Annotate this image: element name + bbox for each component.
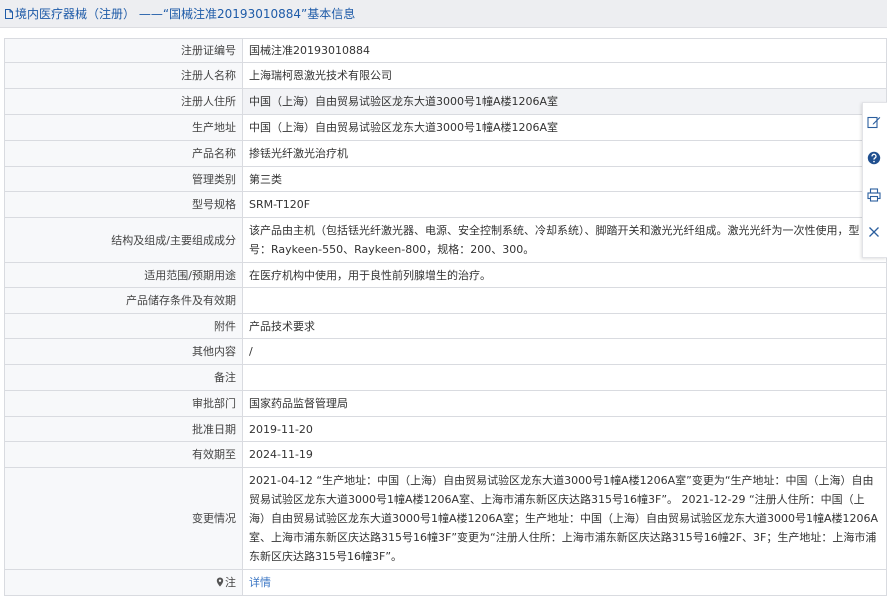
registration-info-table: 注册证编号 国械注准20193010884 注册人名称 上海瑞柯恩激光技术有限公…: [4, 38, 887, 596]
close-button[interactable]: [867, 224, 885, 242]
print-button[interactable]: [867, 187, 885, 205]
row-value: [242, 287, 887, 314]
table-row: 型号规格 SRM-T120F: [4, 191, 887, 218]
row-value: 2021-04-12 “生产地址：中国（上海）自由贸易试验区龙东大道3000号1…: [242, 467, 887, 570]
close-icon: [867, 225, 881, 242]
row-value: 掺铥光纤激光治疗机: [242, 140, 887, 167]
pin-icon: [216, 574, 224, 587]
document-icon: [5, 8, 13, 19]
edit-icon: [867, 115, 881, 132]
row-label: 附件: [4, 313, 243, 339]
table-row: 产品储存条件及有效期: [4, 287, 887, 314]
row-label: 注册人名称: [4, 62, 243, 89]
row-value: /: [242, 338, 887, 365]
table-row: 附件 产品技术要求: [4, 313, 887, 339]
help-button[interactable]: [867, 150, 885, 168]
table-row: 其他内容 /: [4, 338, 887, 365]
row-label: 注册人住所: [4, 88, 243, 115]
print-icon: [867, 187, 881, 205]
row-label: 批准日期: [4, 416, 243, 442]
row-label: 产品储存条件及有效期: [4, 287, 243, 314]
row-label: 型号规格: [4, 191, 243, 218]
row-value: 2024-11-19: [242, 441, 887, 468]
row-label: 产品名称: [4, 140, 243, 167]
row-value: 第三类: [242, 166, 887, 192]
table-row: 有效期至 2024-11-19: [4, 441, 887, 468]
row-value: [242, 364, 887, 391]
table-row: 适用范围/预期用途 在医疗机构中使用，用于良性前列腺增生的治疗。: [4, 262, 887, 288]
row-value: 中国（上海）自由贸易试验区龙东大道3000号1幢A楼1206A室: [242, 88, 887, 115]
row-label: 变更情况: [4, 467, 243, 570]
row-label: 注册证编号: [4, 38, 243, 63]
table-row: 结构及组成/主要组成成分 该产品由主机（包括铥光纤激光器、电源、安全控制系统、冷…: [4, 217, 887, 263]
row-label: 有效期至: [4, 441, 243, 468]
row-label: 结构及组成/主要组成成分: [4, 217, 243, 263]
table-row: 审批部门 国家药品监督管理局: [4, 390, 887, 417]
table-row: 变更情况 2021-04-12 “生产地址：中国（上海）自由贸易试验区龙东大道3…: [4, 467, 887, 570]
row-value: SRM-T120F: [242, 191, 887, 218]
row-value: 国家药品监督管理局: [242, 390, 887, 417]
edit-button[interactable]: [867, 114, 885, 132]
row-value: 中国（上海）自由贸易试验区龙东大道3000号1幢A楼1206A室: [242, 114, 887, 141]
row-value: 上海瑞柯恩激光技术有限公司: [242, 62, 887, 89]
table-row: 备注: [4, 364, 887, 391]
table-row: 生产地址 中国（上海）自由贸易试验区龙东大道3000号1幢A楼1206A室: [4, 114, 887, 141]
row-value: 2019-11-20: [242, 416, 887, 442]
row-label: 生产地址: [4, 114, 243, 141]
row-label: 其他内容: [4, 338, 243, 365]
table-row: 注册人住所 中国（上海）自由贸易试验区龙东大道3000号1幢A楼1206A室: [4, 88, 887, 115]
note-label: 注: [225, 576, 236, 589]
table-row: 批准日期 2019-11-20: [4, 416, 887, 442]
row-value: 产品技术要求: [242, 313, 887, 339]
row-label: 适用范围/预期用途: [4, 262, 243, 288]
row-value: 国械注准20193010884: [242, 38, 887, 63]
table-row: 产品名称 掺铥光纤激光治疗机: [4, 140, 887, 167]
page-title: 境内医疗器械（注册） ——“国械注准20193010884”基本信息: [15, 7, 356, 21]
help-icon: [867, 151, 881, 168]
row-label: 管理类别: [4, 166, 243, 192]
page-title-bar: 境内医疗器械（注册） ——“国械注准20193010884”基本信息: [0, 0, 887, 28]
row-value: 该产品由主机（包括铥光纤激光器、电源、安全控制系统、冷却系统）、脚踏开关和激光光…: [242, 217, 887, 263]
side-toolbar: [862, 102, 887, 258]
row-label: 备注: [4, 364, 243, 391]
row-label: 审批部门: [4, 390, 243, 417]
table-row: 注册证编号 国械注准20193010884: [4, 38, 887, 63]
detail-link[interactable]: 详情: [249, 576, 271, 589]
table-row: 管理类别 第三类: [4, 166, 887, 192]
table-row: 注册人名称 上海瑞柯恩激光技术有限公司: [4, 62, 887, 89]
row-value: 在医疗机构中使用，用于良性前列腺增生的治疗。: [242, 262, 887, 288]
